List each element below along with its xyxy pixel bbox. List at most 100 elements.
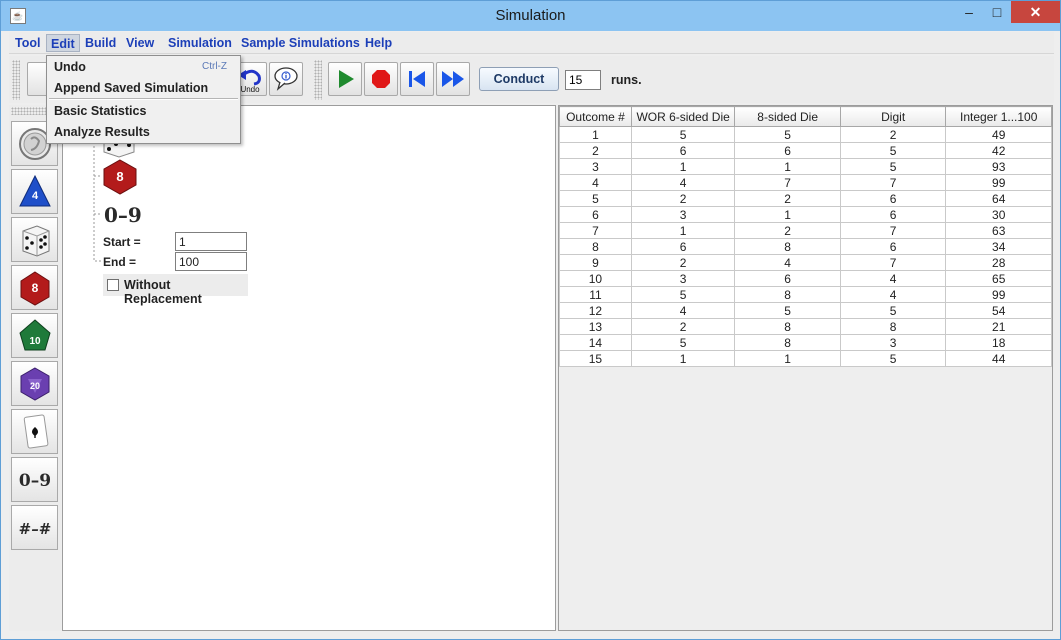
table-row[interactable]: 8 6 8 6 34 <box>559 238 1052 255</box>
d10-die-button[interactable]: 10 <box>11 313 58 358</box>
table-cell[interactable]: 10 <box>559 270 632 287</box>
table-cell[interactable]: 63 <box>945 222 1052 239</box>
menu-help[interactable]: Help <box>361 34 396 52</box>
table-cell[interactable]: 6 <box>839 206 947 223</box>
toolbar-grip[interactable] <box>12 60 20 100</box>
table-cell[interactable]: 5 <box>734 126 841 143</box>
table-row[interactable]: 13 2 8 8 21 <box>559 318 1052 335</box>
menu-build[interactable]: Build <box>81 34 120 52</box>
table-cell[interactable]: 4 <box>630 302 736 319</box>
table-cell[interactable]: 99 <box>945 174 1052 191</box>
table-cell[interactable]: 3 <box>559 158 632 175</box>
table-cell[interactable]: 64 <box>945 190 1052 207</box>
table-cell[interactable]: 6 <box>630 142 736 159</box>
table-cell[interactable]: 2 <box>734 190 841 207</box>
table-cell[interactable]: 13 <box>559 318 632 335</box>
table-cell[interactable]: 3 <box>839 334 947 351</box>
table-cell[interactable]: 15 <box>559 350 632 367</box>
table-row[interactable]: 6 3 1 6 30 <box>559 206 1052 223</box>
table-cell[interactable]: 5 <box>630 286 736 303</box>
menu-sample-simulations[interactable]: Sample Simulations <box>237 34 364 52</box>
table-cell[interactable]: 5 <box>839 302 947 319</box>
table-cell[interactable]: 54 <box>945 302 1052 319</box>
info-button[interactable] <box>269 62 303 96</box>
six-sided-die-button[interactable] <box>11 217 58 262</box>
table-row[interactable]: 11 5 8 4 99 <box>559 286 1052 303</box>
table-cell[interactable]: 6 <box>630 238 736 255</box>
table-cell[interactable]: 8 <box>839 318 947 335</box>
table-cell[interactable]: 6 <box>559 206 632 223</box>
start-input[interactable]: 1 <box>175 232 247 251</box>
playing-card-button[interactable] <box>11 409 58 454</box>
close-button[interactable]: ✕ <box>1011 1 1060 23</box>
table-row[interactable]: 4 4 7 7 99 <box>559 174 1052 191</box>
table-cell[interactable]: 8 <box>559 238 632 255</box>
end-input[interactable]: 100 <box>175 252 247 271</box>
table-cell[interactable]: 7 <box>839 254 947 271</box>
go-to-start-button[interactable] <box>400 62 434 96</box>
table-cell[interactable]: 5 <box>734 302 841 319</box>
menu-item-basic-statistics[interactable]: Basic Statistics <box>48 101 239 121</box>
table-cell[interactable]: 28 <box>945 254 1052 271</box>
digit-button[interactable]: 0–9 <box>11 457 58 502</box>
menu-item-undo[interactable]: Undo Ctrl-Z <box>48 57 239 77</box>
table-row[interactable]: 12 4 5 5 54 <box>559 302 1052 319</box>
table-row[interactable]: 14 5 8 3 18 <box>559 334 1052 351</box>
simulation-canvas[interactable]: 8 0–9 Start = 1 End = 100 Without Replac… <box>62 105 556 631</box>
table-cell[interactable]: 2 <box>630 318 736 335</box>
table-cell[interactable]: 8 <box>734 334 841 351</box>
table-cell[interactable]: 2 <box>559 142 632 159</box>
table-cell[interactable]: 5 <box>559 190 632 207</box>
run-button[interactable] <box>328 62 362 96</box>
table-cell[interactable]: 34 <box>945 238 1052 255</box>
table-cell[interactable]: 5 <box>630 126 736 143</box>
table-row[interactable]: 2 6 6 5 42 <box>559 142 1052 159</box>
table-cell[interactable]: 11 <box>559 286 632 303</box>
table-cell[interactable]: 4 <box>559 174 632 191</box>
table-row[interactable]: 7 1 2 7 63 <box>559 222 1052 239</box>
table-cell[interactable]: 8 <box>734 286 841 303</box>
table-cell[interactable]: 6 <box>839 238 947 255</box>
column-header[interactable]: Digit <box>839 106 947 127</box>
table-cell[interactable]: 7 <box>839 222 947 239</box>
table-cell[interactable]: 8 <box>734 318 841 335</box>
menu-item-analyze-results[interactable]: Analyze Results <box>48 122 239 142</box>
table-cell[interactable]: 49 <box>945 126 1052 143</box>
maximize-button[interactable]: □ <box>983 1 1011 23</box>
table-cell[interactable]: 18 <box>945 334 1052 351</box>
table-cell[interactable]: 3 <box>630 206 736 223</box>
table-cell[interactable]: 12 <box>559 302 632 319</box>
without-replacement-option[interactable]: Without Replacement <box>103 274 248 306</box>
without-replacement-checkbox[interactable] <box>107 279 119 291</box>
column-header[interactable]: Integer 1...100 <box>945 106 1052 127</box>
table-row[interactable]: 5 2 2 6 64 <box>559 190 1052 207</box>
d20-die-button[interactable]: 20 <box>11 361 58 406</box>
table-cell[interactable]: 9 <box>559 254 632 271</box>
column-header[interactable]: Outcome # <box>559 106 632 127</box>
table-cell[interactable]: 99 <box>945 286 1052 303</box>
conduct-button[interactable]: Conduct <box>479 67 559 91</box>
table-cell[interactable]: 4 <box>734 254 841 271</box>
menu-item-append-saved-simulation[interactable]: Append Saved Simulation <box>48 78 239 98</box>
table-cell[interactable]: 14 <box>559 334 632 351</box>
table-cell[interactable]: 2 <box>734 222 841 239</box>
table-cell[interactable]: 21 <box>945 318 1052 335</box>
menu-view[interactable]: View <box>122 34 158 52</box>
table-row[interactable]: 3 1 1 5 93 <box>559 158 1052 175</box>
table-cell[interactable]: 5 <box>630 334 736 351</box>
column-header[interactable]: WOR 6-sided Die <box>630 106 736 127</box>
table-cell[interactable]: 2 <box>839 126 947 143</box>
table-cell[interactable]: 1 <box>734 158 841 175</box>
table-cell[interactable]: 1 <box>630 222 736 239</box>
table-cell[interactable]: 5 <box>839 158 947 175</box>
table-cell[interactable]: 7 <box>559 222 632 239</box>
stop-button[interactable] <box>364 62 398 96</box>
table-cell[interactable]: 65 <box>945 270 1052 287</box>
table-cell[interactable]: 1 <box>630 350 736 367</box>
table-cell[interactable]: 5 <box>839 142 947 159</box>
table-cell[interactable]: 1 <box>630 158 736 175</box>
fast-forward-button[interactable] <box>436 62 470 96</box>
table-cell[interactable]: 93 <box>945 158 1052 175</box>
table-cell[interactable]: 2 <box>630 254 736 271</box>
table-cell[interactable]: 5 <box>839 350 947 367</box>
